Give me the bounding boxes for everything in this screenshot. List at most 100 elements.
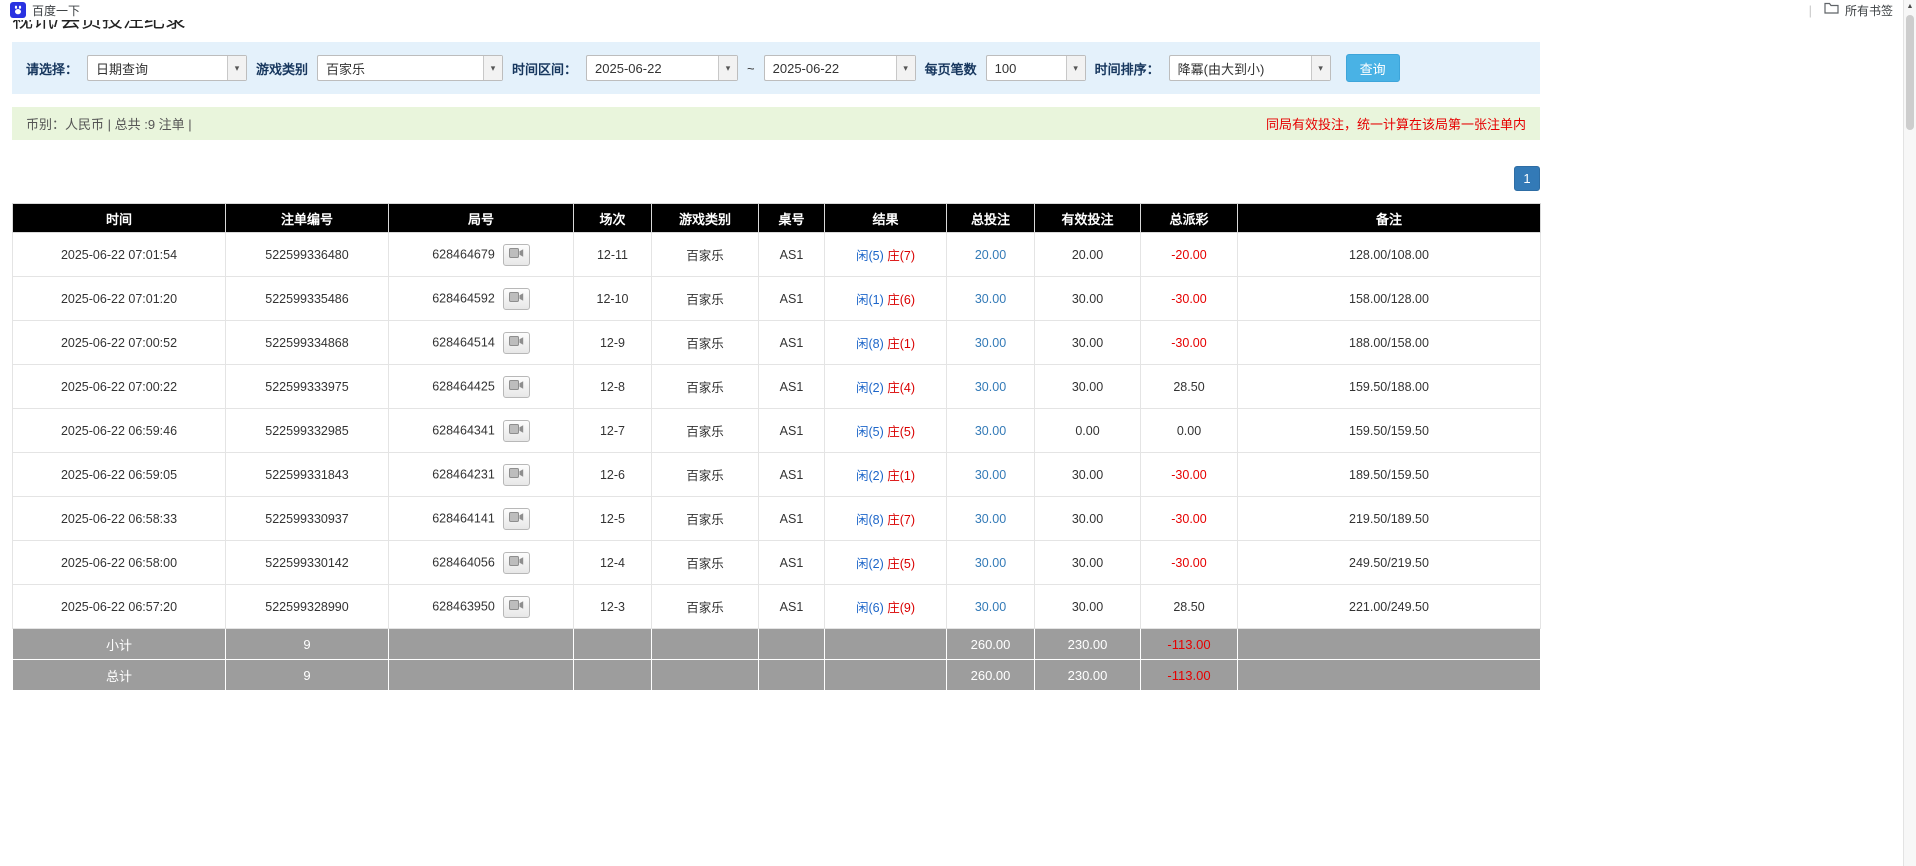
scroll-up-arrow-icon[interactable]: ▲ [1904, 0, 1916, 13]
round-replay-button[interactable] [503, 420, 530, 442]
round-number: 628464514 [432, 335, 495, 349]
game-type-label: 游戏类别 [256, 59, 308, 78]
summary-currency-count: 币别：人民币 | 总共 :9 注单 | [26, 114, 192, 133]
round-replay-button[interactable] [503, 332, 530, 354]
cell-total-bet: 30.00 [947, 453, 1035, 497]
subtotal-empty-game [652, 629, 759, 660]
video-replay-icon [509, 335, 524, 350]
cell-valid-bet: 30.00 [1035, 541, 1141, 585]
cell-result: 闲(1) 庄(6) [825, 277, 947, 321]
round-number: 628464679 [432, 247, 495, 261]
round-number: 628463950 [432, 599, 495, 613]
round-replay-button[interactable] [503, 464, 530, 486]
cell-total-bet: 30.00 [947, 365, 1035, 409]
chevron-down-icon[interactable]: ▾ [896, 56, 915, 80]
round-replay-button[interactable] [503, 376, 530, 398]
round-number: 628464425 [432, 379, 495, 393]
total-bet-link[interactable]: 20.00 [975, 248, 1006, 262]
round-replay-button[interactable] [503, 288, 530, 310]
query-type-label: 请选择： [26, 59, 78, 78]
vertical-scrollbar[interactable]: ▲ [1903, 0, 1916, 866]
cell-round: 628464056 [389, 541, 574, 585]
col-header-table-no: 桌号 [759, 204, 825, 233]
all-bookmarks[interactable]: | 所有书签 [1809, 1, 1893, 19]
chevron-down-icon[interactable]: ▾ [1066, 56, 1085, 80]
total-label: 总计 [13, 660, 226, 691]
cell-table-no: AS1 [759, 497, 825, 541]
total-bet-link[interactable]: 30.00 [975, 512, 1006, 526]
round-replay-button[interactable] [503, 244, 530, 266]
round-number: 628464592 [432, 291, 495, 305]
cell-round: 628463950 [389, 585, 574, 629]
summary-bar: 币别：人民币 | 总共 :9 注单 | 同局有效投注，统一计算在该局第一张注单内 [12, 107, 1540, 140]
subtotal-total-bet: 260.00 [947, 629, 1035, 660]
baidu-favicon [10, 2, 26, 18]
table-header-row: 时间 注单编号 局号 场次 游戏类别 桌号 结果 总投注 有效投注 总派彩 备注 [13, 204, 1541, 233]
total-payout: -113.00 [1141, 660, 1238, 691]
cell-session: 12-7 [574, 409, 652, 453]
cell-table-no: AS1 [759, 277, 825, 321]
subtotal-valid-bet: 230.00 [1035, 629, 1141, 660]
cell-note: 128.00/108.00 [1238, 233, 1541, 277]
cell-result: 闲(5) 庄(5) [825, 409, 947, 453]
date-range-label: 时间区间： [512, 59, 577, 78]
chevron-down-icon[interactable]: ▾ [227, 56, 246, 80]
total-bet-link[interactable]: 30.00 [975, 292, 1006, 306]
result-player: 闲(2) [856, 557, 884, 571]
video-replay-icon [509, 291, 524, 306]
chevron-down-icon[interactable]: ▾ [483, 56, 502, 80]
cell-table-no: AS1 [759, 321, 825, 365]
bookmark-item[interactable]: 百度一下 [10, 2, 80, 19]
subtotal-row: 小计 9 260.00 230.00 -113.00 [13, 629, 1541, 660]
filter-bar: 请选择： 日期查询 ▾ 游戏类别 百家乐 ▾ 时间区间： 2025-06-22 … [12, 42, 1540, 94]
video-replay-icon [509, 423, 524, 438]
result-banker: 庄(9) [887, 601, 915, 615]
total-bet-link[interactable]: 30.00 [975, 336, 1006, 350]
col-header-valid-bet: 有效投注 [1035, 204, 1141, 233]
chevron-down-icon[interactable]: ▾ [718, 56, 737, 80]
page-size-select[interactable]: 100 ▾ [986, 55, 1086, 81]
round-replay-button[interactable] [503, 508, 530, 530]
cell-total-bet: 30.00 [947, 585, 1035, 629]
result-banker: 庄(5) [887, 425, 915, 439]
summary-notice: 同局有效投注，统一计算在该局第一张注单内 [1266, 114, 1526, 133]
table-row: 2025-06-22 07:01:20522599335486628464592… [13, 277, 1541, 321]
date-to-select[interactable]: 2025-06-22 ▾ [764, 55, 916, 81]
cell-note: 159.50/159.50 [1238, 409, 1541, 453]
result-banker: 庄(4) [887, 381, 915, 395]
cell-session: 12-8 [574, 365, 652, 409]
date-from-select[interactable]: 2025-06-22 ▾ [586, 55, 738, 81]
cell-result: 闲(2) 庄(5) [825, 541, 947, 585]
sort-order-select[interactable]: 降冪(由大到小) ▾ [1169, 55, 1331, 81]
total-bet-link[interactable]: 30.00 [975, 380, 1006, 394]
main-content: 请选择： 日期查询 ▾ 游戏类别 百家乐 ▾ 时间区间： 2025-06-22 … [12, 42, 1540, 691]
cell-result: 闲(8) 庄(7) [825, 497, 947, 541]
cell-table-no: AS1 [759, 541, 825, 585]
cell-payout: 28.50 [1141, 365, 1238, 409]
cell-note: 189.50/159.50 [1238, 453, 1541, 497]
cell-round: 628464231 [389, 453, 574, 497]
page-button-1[interactable]: 1 [1514, 166, 1540, 191]
video-replay-icon [509, 379, 524, 394]
query-type-select[interactable]: 日期查询 ▾ [87, 55, 247, 81]
query-button[interactable]: 查询 [1346, 54, 1400, 82]
cell-game-type: 百家乐 [652, 321, 759, 365]
round-replay-button[interactable] [503, 596, 530, 618]
total-bet-link[interactable]: 30.00 [975, 556, 1006, 570]
result-banker: 庄(1) [887, 469, 915, 483]
game-type-select[interactable]: 百家乐 ▾ [317, 55, 503, 81]
table-row: 2025-06-22 07:00:22522599333975628464425… [13, 365, 1541, 409]
total-bet-link[interactable]: 30.00 [975, 424, 1006, 438]
result-player: 闲(2) [856, 381, 884, 395]
total-empty-round [389, 660, 574, 691]
video-replay-icon [509, 511, 524, 526]
cell-session: 12-4 [574, 541, 652, 585]
chevron-down-icon[interactable]: ▾ [1311, 56, 1330, 80]
cell-payout: -30.00 [1141, 497, 1238, 541]
total-bet-link[interactable]: 30.00 [975, 468, 1006, 482]
scrollbar-thumb[interactable] [1906, 15, 1914, 130]
cell-game-type: 百家乐 [652, 365, 759, 409]
total-bet-link[interactable]: 30.00 [975, 600, 1006, 614]
round-replay-button[interactable] [503, 552, 530, 574]
subtotal-count: 9 [226, 629, 389, 660]
